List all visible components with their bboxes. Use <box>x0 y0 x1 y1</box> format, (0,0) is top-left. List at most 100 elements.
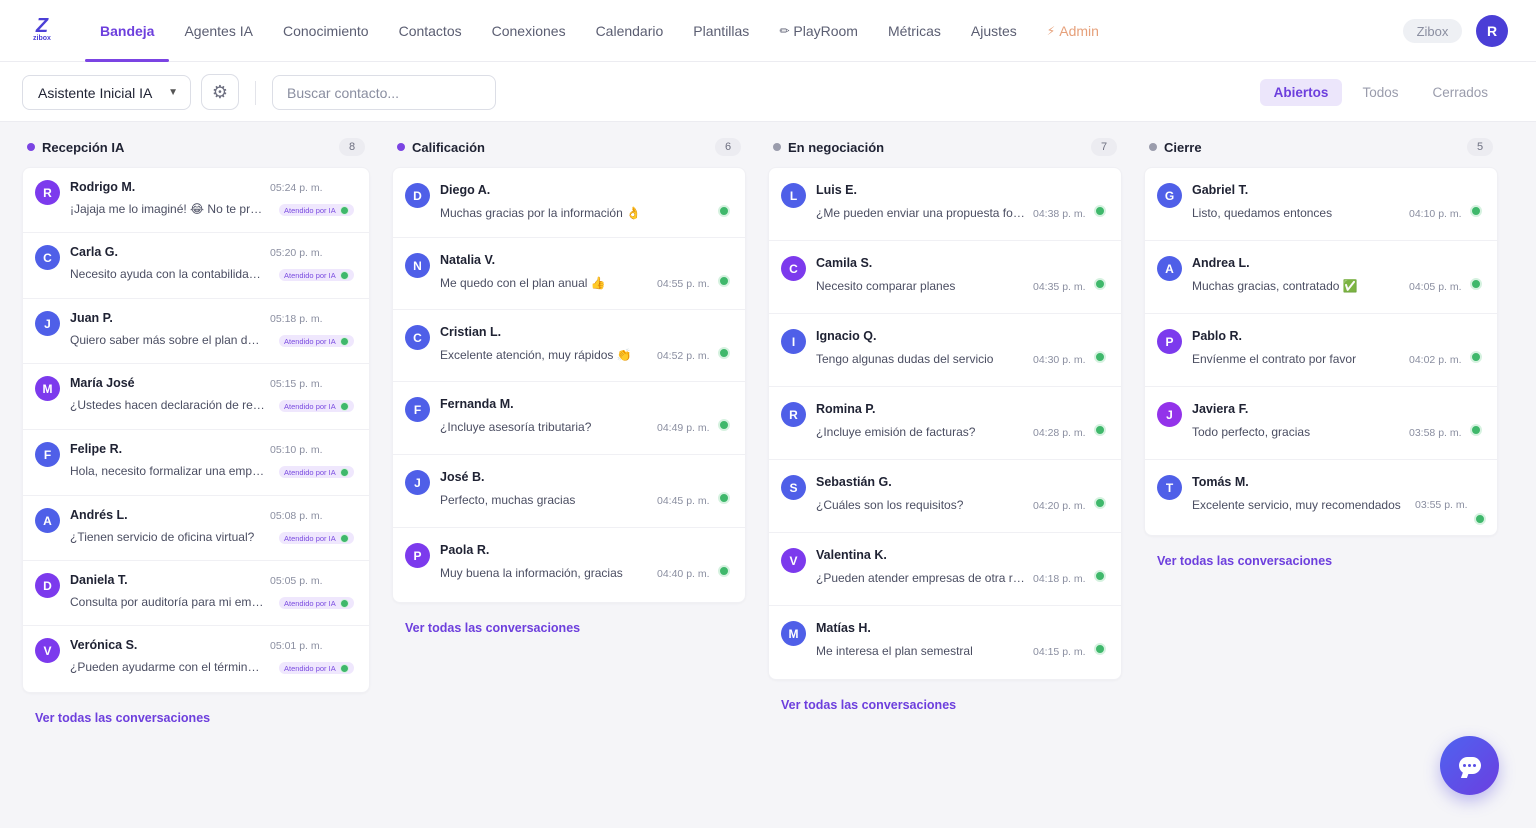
message-time: 04:30 p. m. <box>1033 354 1086 366</box>
search-input[interactable] <box>272 75 496 110</box>
column-title-wrap: En negociación <box>773 140 884 155</box>
conversation-row[interactable]: R Romina P. ¿Incluye emisión de facturas? 0… <box>769 387 1121 460</box>
contact-avatar: P <box>405 543 430 568</box>
whatsapp-icon <box>339 598 349 608</box>
view-all-conversations-link[interactable]: Ver todas las conversaciones <box>1157 554 1498 568</box>
conversation-row[interactable]: C Camila S. Necesito comparar planes 04:35 … <box>769 241 1121 314</box>
nav-item-label: Contactos <box>398 23 462 39</box>
whatsapp-icon <box>1094 497 1106 509</box>
conversation-row[interactable]: D Diego A. Muchas gracias por la informaci… <box>393 168 745 238</box>
nav-item-metricas[interactable]: Métricas <box>873 0 956 62</box>
contact-name: Romina P. <box>816 402 876 416</box>
conversation-row[interactable]: M María José ¿Ustedes hacen declaración de… <box>23 364 369 430</box>
top-navigation-bar: Z zibox Bandeja Agentes IA Conocimiento … <box>0 0 1536 62</box>
nav-item-conocimiento[interactable]: Conocimiento <box>268 0 384 62</box>
chevron-down-icon: ▼ <box>168 87 178 98</box>
conversation-row[interactable]: J Juan P. Quiero saber más sobre el plan d… <box>23 299 369 364</box>
chat-fab-button[interactable] <box>1440 736 1499 795</box>
conversation-row[interactable]: C Carla G. Necesito ayuda con la contabili… <box>23 233 369 299</box>
nav-item-agentes-ia[interactable]: Agentes IA <box>169 0 268 62</box>
logo-text: zibox <box>33 35 51 42</box>
stage-dot <box>773 143 781 151</box>
conversation-row[interactable]: F Felipe R. Hola, necesito formalizar una … <box>23 430 369 496</box>
nav-item-calendario[interactable]: Calendario <box>581 0 679 62</box>
conversation-row[interactable]: D Daniela T. Consulta por auditoría para m… <box>23 561 369 626</box>
contact-name: José B. <box>440 470 485 484</box>
contact-avatar: G <box>1157 183 1182 208</box>
conversation-row[interactable]: V Valentina K. ¿Pueden atender empresas de… <box>769 533 1121 606</box>
conversation-row[interactable]: F Fernanda M. ¿Incluye asesoría tributaria… <box>393 382 745 455</box>
message-time: 05:05 p. m. <box>270 575 323 587</box>
conversation-row[interactable]: P Pablo R. Envíenme el contrato por favor 0… <box>1145 314 1497 387</box>
conversation-row[interactable]: S Sebastián G. ¿Cuáles son los requisitos?… <box>769 460 1121 533</box>
contact-name: Javiera F. <box>1192 402 1249 416</box>
contact-avatar: A <box>35 508 60 533</box>
filter-todos[interactable]: Todos <box>1348 79 1412 106</box>
message-time: 04:10 p. m. <box>1409 208 1462 220</box>
message-time: 05:08 p. m. <box>270 510 323 522</box>
ai-attended-badge: Atendido por IA <box>279 466 354 478</box>
zibox-logo[interactable]: Z zibox <box>28 16 56 45</box>
contact-avatar: J <box>35 311 60 336</box>
whatsapp-icon <box>1094 205 1106 217</box>
nav-item-contactos[interactable]: Contactos <box>384 0 477 62</box>
conversation-row[interactable]: A Andrea L. Muchas gracias, contratado ✅ 04… <box>1145 241 1497 314</box>
contact-name: Fernanda M. <box>440 397 514 411</box>
view-all-conversations-link[interactable]: Ver todas las conversaciones <box>781 698 1122 712</box>
whatsapp-icon <box>1094 643 1106 655</box>
agent-select[interactable]: Asistente Inicial IA ▼ <box>22 75 191 110</box>
workspace-badge[interactable]: Zibox <box>1403 19 1462 43</box>
last-message-preview: Quiero saber más sobre el plan de contab… <box>70 333 265 347</box>
conversation-row[interactable]: J Javiera F. Todo perfecto, gracias 03:58 p… <box>1145 387 1497 460</box>
conversation-row[interactable]: I Ignacio Q. Tengo algunas dudas del servi… <box>769 314 1121 387</box>
view-all-conversations-link[interactable]: Ver todas las conversaciones <box>35 711 370 725</box>
whatsapp-icon <box>339 467 349 477</box>
nav-item-conexiones[interactable]: Conexiones <box>477 0 581 62</box>
message-time: 05:24 p. m. <box>270 182 323 194</box>
column-header: En negociación 7 <box>768 133 1122 161</box>
conversation-row[interactable]: M Matías H. Me interesa el plan semestral 0… <box>769 606 1121 679</box>
whatsapp-icon <box>1470 424 1482 436</box>
view-all-conversations-link[interactable]: Ver todas las conversaciones <box>405 621 746 635</box>
message-time: 04:45 p. m. <box>657 495 710 507</box>
message-time: 04:52 p. m. <box>657 350 710 362</box>
pipeline-column: Recepción IA 8 R Rodrigo M. ¡Jajaja me lo im… <box>22 133 370 725</box>
main-nav: Bandeja Agentes IA Conocimiento Contacto… <box>85 0 1114 62</box>
message-time: 05:10 p. m. <box>270 444 323 456</box>
nav-item-playroom[interactable]: ✏ PlayRoom <box>764 0 873 62</box>
stage-dot <box>397 143 405 151</box>
contact-name: Matías H. <box>816 621 871 635</box>
conversation-row[interactable]: C Cristian L. Excelente atención, muy rápi… <box>393 310 745 382</box>
contact-name: Rodrigo M. <box>70 180 136 194</box>
pencil-icon: ✏ <box>779 24 790 38</box>
message-time: 05:01 p. m. <box>270 640 323 652</box>
whatsapp-icon <box>1470 351 1482 363</box>
lightning-icon: ⚡ <box>1046 24 1056 38</box>
contact-avatar: J <box>405 470 430 495</box>
nav-item-admin[interactable]: ⚡ Admin <box>1032 0 1114 62</box>
conversation-row[interactable]: J José B. Perfecto, muchas gracias 04:45 p.… <box>393 455 745 528</box>
nav-item-ajustes[interactable]: Ajustes <box>956 0 1032 62</box>
last-message-preview: Necesito comparar planes <box>816 279 956 293</box>
nav-item-label: Ajustes <box>970 23 1017 39</box>
agent-settings-button[interactable]: ⚙ <box>201 74 239 110</box>
nav-item-bandeja[interactable]: Bandeja <box>85 0 170 62</box>
conversation-list-card: D Diego A. Muchas gracias por la informaci… <box>392 167 746 603</box>
conversation-row[interactable]: A Andrés L. ¿Tienen servicio de oficina vi… <box>23 496 369 561</box>
conversation-row[interactable]: P Paola R. Muy buena la información, graci… <box>393 528 745 602</box>
last-message-preview: ¿Incluye asesoría tributaria? <box>440 420 592 434</box>
last-message-preview: Todo perfecto, gracias <box>1192 425 1311 439</box>
conversation-row[interactable]: R Rodrigo M. ¡Jajaja me lo imaginé! 😂 No t… <box>23 168 369 233</box>
conversation-row[interactable]: L Luis E. ¿Me pueden enviar una propuesta … <box>769 168 1121 241</box>
column-count-badge: 8 <box>339 138 365 156</box>
nav-item-plantillas[interactable]: Plantillas <box>678 0 764 62</box>
conversation-row[interactable]: V Verónica S. ¿Pueden ayudarme con el térm… <box>23 626 369 692</box>
conversation-list-card: L Luis E. ¿Me pueden enviar una propuesta … <box>768 167 1122 680</box>
user-avatar[interactable]: R <box>1476 15 1508 47</box>
conversation-row[interactable]: G Gabriel T. Listo, quedamos entonces 04:10… <box>1145 168 1497 241</box>
filter-abiertos[interactable]: Abiertos <box>1259 79 1343 106</box>
conversation-row[interactable]: T Tomás M. Excelente servicio, muy recomen… <box>1145 460 1497 535</box>
filter-cerrados[interactable]: Cerrados <box>1418 79 1502 106</box>
contact-name: Valentina K. <box>816 548 887 562</box>
conversation-row[interactable]: N Natalia V. Me quedo con el plan anual 👍 0… <box>393 238 745 310</box>
